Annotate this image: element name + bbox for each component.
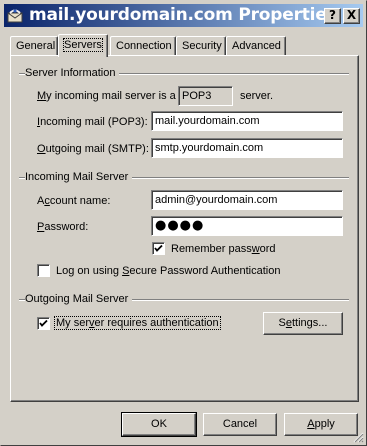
cancel-button[interactable]: Cancel [203,413,277,436]
remember-password-label[interactable]: Remember password [171,243,276,255]
title-bar[interactable]: mail.yourdomain.com Properties ? X [4,4,363,27]
incoming-mail-input[interactable]: mail.yourdomain.com [151,111,343,131]
remember-password-checkbox[interactable] [152,242,165,255]
incoming-server-heading: Incoming Mail Server [25,171,133,183]
password-label: Password: [37,221,89,233]
outgoing-server-heading: Outgoing Mail Server [25,293,133,305]
tab-servers[interactable]: Servers [58,34,108,57]
incoming-server-type-value: POP3 [178,86,233,106]
window-title: mail.yourdomain.com Properties [29,5,337,25]
resize-grip-icon[interactable] [352,431,364,443]
server-info-heading: Server Information [25,67,120,79]
spa-label[interactable]: Log on using Secure Password Authenticat… [56,265,280,277]
mail-account-icon [7,9,23,23]
tab-general[interactable]: General [10,36,58,56]
account-name-input[interactable]: admin@yourdomain.com [151,190,343,210]
tab-connection[interactable]: Connection [110,36,176,56]
incoming-mail-label: Incoming mail (POP3): [37,116,148,128]
tab-servers-label: Servers [63,38,103,52]
spa-checkbox[interactable] [37,264,50,277]
tab-advanced[interactable]: Advanced [226,36,286,56]
close-button[interactable]: X [343,8,360,24]
servers-tab-panel: Server Information My incoming mail serv… [10,55,359,402]
smtp-auth-checkbox[interactable] [37,317,50,330]
checkmark-icon [39,319,48,327]
account-name-label: Account name: [37,195,111,207]
password-mask: ●●●● [155,218,205,233]
apply-button[interactable]: Apply [284,413,358,436]
properties-dialog: mail.yourdomain.com Properties ? X Gener… [0,0,367,446]
incoming-server-type-label: My incoming mail server is a [37,90,176,102]
outgoing-mail-label: Outgoing mail (SMTP): [37,143,149,155]
checkmark-icon [154,244,163,252]
incoming-server-type-suffix: server. [240,90,274,102]
help-button[interactable]: ? [324,8,341,24]
password-input[interactable]: ●●●● [151,216,343,236]
settings-button[interactable]: Settings... [263,312,343,335]
ok-button[interactable]: OK [121,412,197,437]
tab-security[interactable]: Security [176,36,226,56]
outgoing-mail-input[interactable]: smtp.yourdomain.com [151,138,343,158]
smtp-auth-label[interactable]: My server requires authentication [54,316,221,330]
